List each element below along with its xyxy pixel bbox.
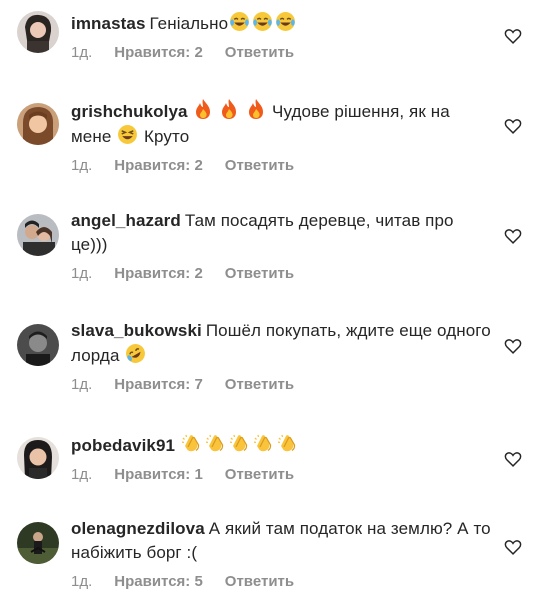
grinning-squint-emoji-icon	[117, 124, 138, 145]
comment-text-end: Круто	[144, 127, 190, 146]
comment-username[interactable]: imnastas	[71, 14, 146, 33]
like-heart-icon[interactable]	[504, 338, 522, 354]
reply-button[interactable]: Ответить	[225, 376, 294, 393]
rofl-emoji-icon	[125, 343, 146, 364]
clapping-hands-emoji-icon	[204, 432, 226, 454]
like-heart-icon[interactable]	[504, 28, 522, 44]
clapping-hands-emoji-icon	[276, 432, 298, 454]
clapping-hands-emoji-icon	[180, 432, 202, 454]
comment-time: 1д.	[71, 376, 93, 393]
avatar[interactable]	[17, 103, 59, 145]
like-heart-icon[interactable]	[504, 228, 522, 244]
comment-time: 1д.	[71, 157, 93, 174]
comment-time: 1д.	[71, 44, 93, 61]
like-heart-icon[interactable]	[504, 118, 522, 134]
comment-time: 1д.	[71, 265, 93, 282]
comment-username[interactable]: angel_hazard	[71, 211, 181, 230]
reply-button[interactable]: Ответить	[225, 265, 294, 282]
comment-likes[interactable]: Нравится: 7	[114, 376, 203, 393]
comment-username[interactable]: pobedavik91	[71, 436, 175, 455]
laughing-tears-emoji-icon	[275, 11, 296, 32]
comment-likes[interactable]: Нравится: 5	[114, 573, 203, 590]
comment-likes[interactable]: Нравится: 1	[114, 466, 203, 483]
avatar[interactable]	[17, 214, 59, 256]
comment-time: 1д.	[71, 466, 93, 483]
laughing-tears-emoji-icon	[252, 11, 273, 32]
clapping-hands-emoji-icon	[252, 432, 274, 454]
clapping-hands-emoji-icon	[228, 432, 250, 454]
like-heart-icon[interactable]	[504, 539, 522, 555]
comment-username[interactable]: olenagnezdilova	[71, 519, 205, 538]
comment-username[interactable]: slava_bukowski	[71, 321, 202, 340]
like-heart-icon[interactable]	[504, 451, 522, 467]
avatar[interactable]	[17, 11, 59, 53]
comment-likes[interactable]: Нравится: 2	[114, 265, 203, 282]
comment-text: Геніально	[149, 14, 229, 33]
comment-likes[interactable]: Нравится: 2	[114, 44, 203, 61]
fire-emoji-icon	[246, 98, 266, 120]
avatar[interactable]	[17, 522, 59, 564]
comment-username[interactable]: grishchukolya	[71, 102, 188, 121]
fire-emoji-icon	[193, 98, 213, 120]
comment-likes[interactable]: Нравится: 2	[114, 157, 203, 174]
comment-time: 1д.	[71, 573, 93, 590]
avatar[interactable]	[17, 437, 59, 479]
avatar[interactable]	[17, 324, 59, 366]
reply-button[interactable]: Ответить	[225, 466, 294, 483]
reply-button[interactable]: Ответить	[225, 157, 294, 174]
fire-emoji-icon	[219, 98, 239, 120]
laughing-tears-emoji-icon	[229, 11, 250, 32]
reply-button[interactable]: Ответить	[225, 44, 294, 61]
reply-button[interactable]: Ответить	[225, 573, 294, 590]
